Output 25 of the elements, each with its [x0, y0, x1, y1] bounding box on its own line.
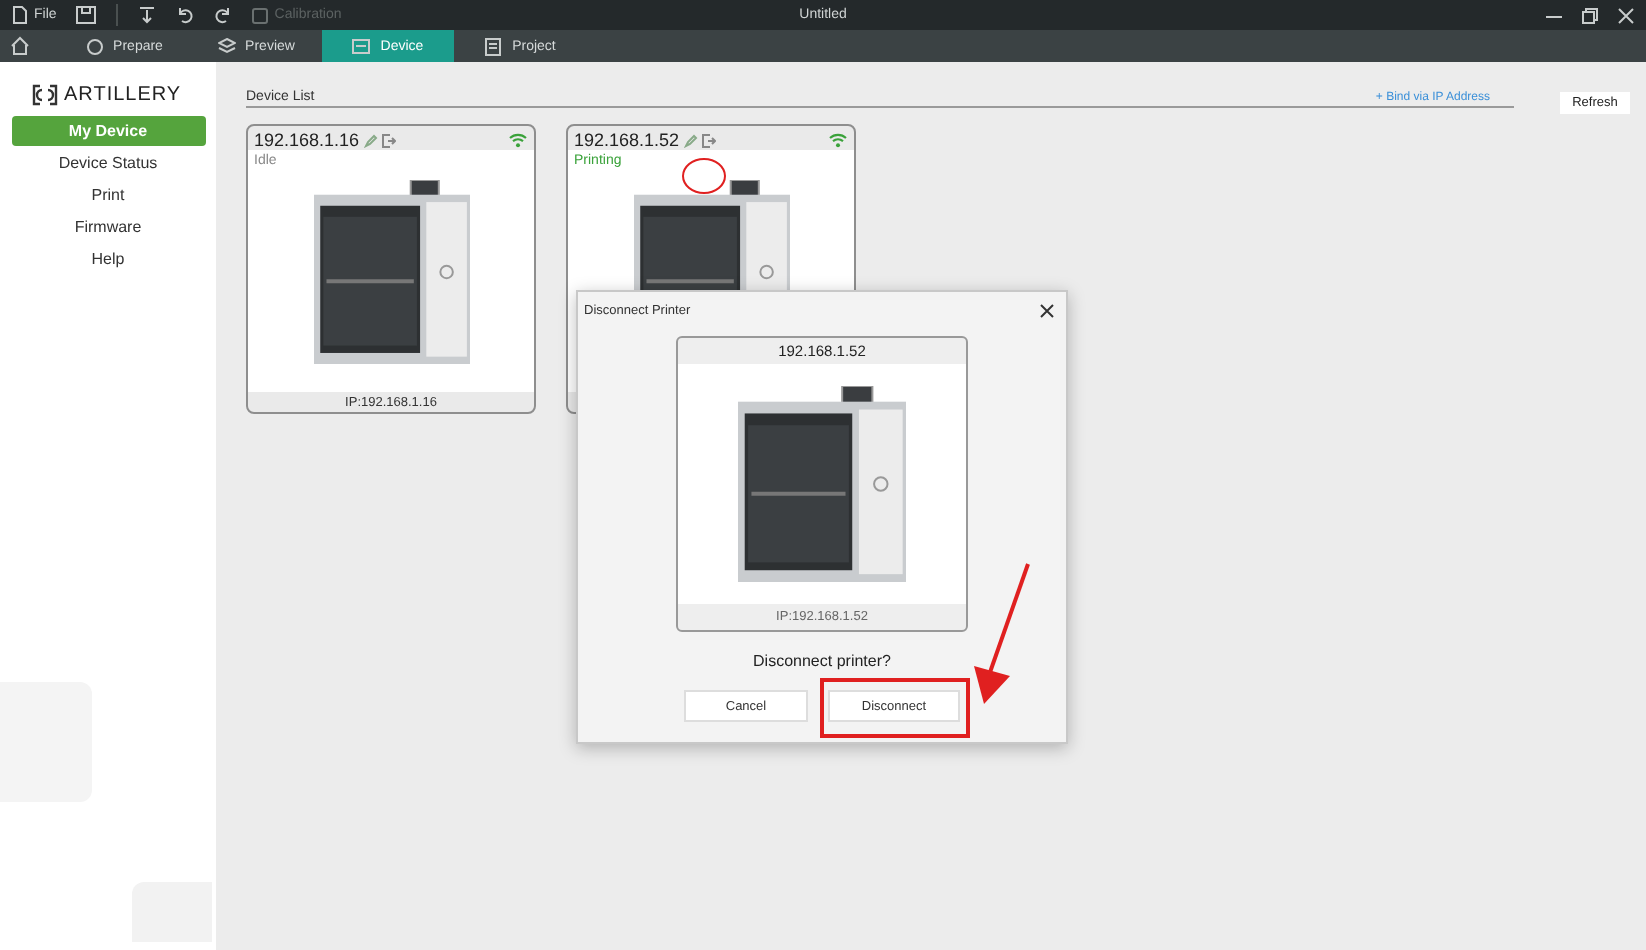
document-icon [484, 37, 503, 55]
brand-name: ARTILLERY [64, 84, 182, 106]
logo-icon [32, 84, 58, 106]
import-icon[interactable] [138, 6, 157, 24]
save-icon[interactable] [76, 6, 97, 24]
sidebar-item[interactable]: Firmware [11, 212, 205, 242]
document-icon [12, 6, 28, 24]
sidebar-item[interactable]: Help [11, 244, 205, 274]
device-name: 192.168.1.52 [574, 130, 680, 150]
exit-icon[interactable] [701, 133, 716, 147]
close-icon[interactable] [1040, 304, 1054, 318]
exit-icon[interactable] [381, 133, 396, 147]
monitor-icon [352, 37, 371, 55]
home-icon[interactable] [10, 36, 30, 56]
redo-icon[interactable] [214, 6, 233, 24]
sidebar-item[interactable]: Device Status [11, 148, 205, 178]
layers-icon [217, 37, 236, 55]
device-name: 192.168.1.16 [254, 130, 360, 150]
sidebar-item[interactable]: Print [11, 180, 205, 210]
calibration-icon [252, 7, 269, 23]
undo-icon[interactable] [176, 6, 195, 24]
annotation-circle [682, 158, 726, 194]
confirm-message: Disconnect printer? [753, 652, 891, 670]
restore-icon[interactable] [1582, 7, 1599, 23]
annotation-arrow [972, 562, 1032, 706]
